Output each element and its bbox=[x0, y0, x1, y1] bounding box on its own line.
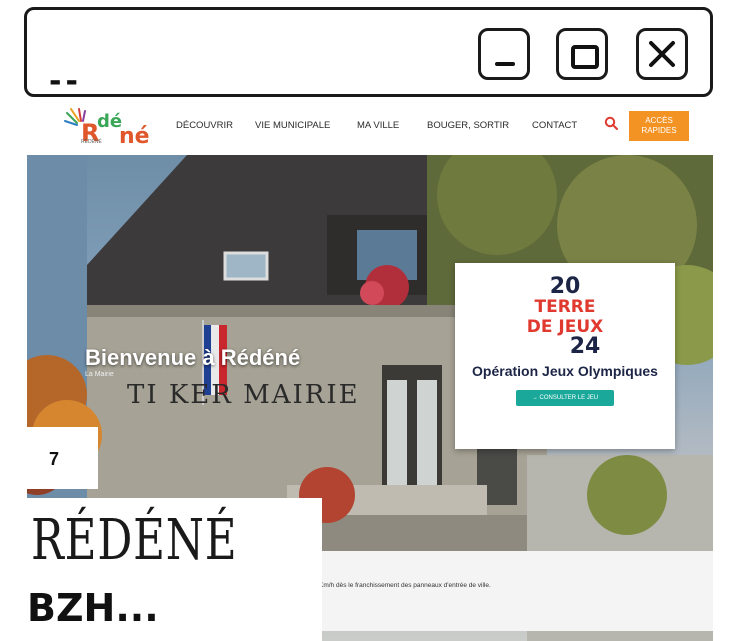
olympics-promo-card[interactable]: 20 TERRE DE JEUX 24 Opération Jeux Olymp… bbox=[455, 263, 675, 449]
hero-title: Bienvenue à Rédéné bbox=[85, 345, 301, 370]
promo-year-top: 20 bbox=[549, 274, 581, 299]
promo-year-bottom: 24 bbox=[569, 334, 601, 359]
site-navbar: R dé né RÉDÉNÉ DÉCOUVRIR VIE MUNICIPALE … bbox=[27, 97, 713, 155]
close-icon bbox=[649, 41, 675, 67]
overlay-subtitle: BZH... bbox=[27, 586, 159, 630]
svg-text:né: né bbox=[119, 124, 150, 149]
counter-badge: 7 bbox=[27, 427, 98, 489]
promo-caption: Opération Jeux Olympiques bbox=[472, 363, 658, 379]
nav-decouvrir[interactable]: DÉCOUVRIR bbox=[176, 120, 233, 131]
quick-access-button[interactable]: ACCÈS RAPIDES bbox=[629, 111, 689, 141]
promo-line-1: TERRE bbox=[534, 297, 596, 317]
minimize-icon bbox=[495, 62, 515, 66]
promo-cta-button[interactable]: → CONSULTER LE JEU bbox=[515, 390, 615, 406]
window-title: -- bbox=[49, 64, 82, 99]
nav-ma-ville[interactable]: MA VILLE bbox=[357, 120, 399, 131]
hero-subtitle: La Mairie bbox=[85, 371, 114, 378]
nav-contact[interactable]: CONTACT bbox=[532, 120, 577, 131]
big-town-name: RÉDÉNÉ bbox=[31, 508, 238, 573]
facade-inscription: TI KER MAIRIE bbox=[127, 380, 360, 410]
maximize-button[interactable] bbox=[556, 28, 608, 80]
logo-subtext: RÉDÉNÉ bbox=[81, 139, 102, 145]
window-titlebar: -- bbox=[24, 7, 713, 99]
name-overlay: RÉDÉNÉ BZH... bbox=[27, 498, 322, 641]
minimize-button[interactable] bbox=[478, 28, 530, 80]
nav-vie-municipale[interactable]: VIE MUNICIPALE bbox=[255, 120, 330, 131]
search-icon[interactable] bbox=[604, 116, 618, 130]
close-button[interactable] bbox=[636, 28, 688, 80]
counter-number: 7 bbox=[49, 449, 60, 469]
info-text: Km/h dès le franchissement des panneaux … bbox=[319, 582, 491, 589]
site-logo[interactable]: R dé né RÉDÉNÉ bbox=[61, 105, 179, 149]
promo-line-2: DE JEUX bbox=[526, 317, 604, 337]
logo-graphic: R dé né bbox=[64, 108, 150, 149]
nav-bouger-sortir[interactable]: BOUGER, SORTIR bbox=[427, 120, 509, 131]
maximize-icon bbox=[571, 45, 599, 69]
